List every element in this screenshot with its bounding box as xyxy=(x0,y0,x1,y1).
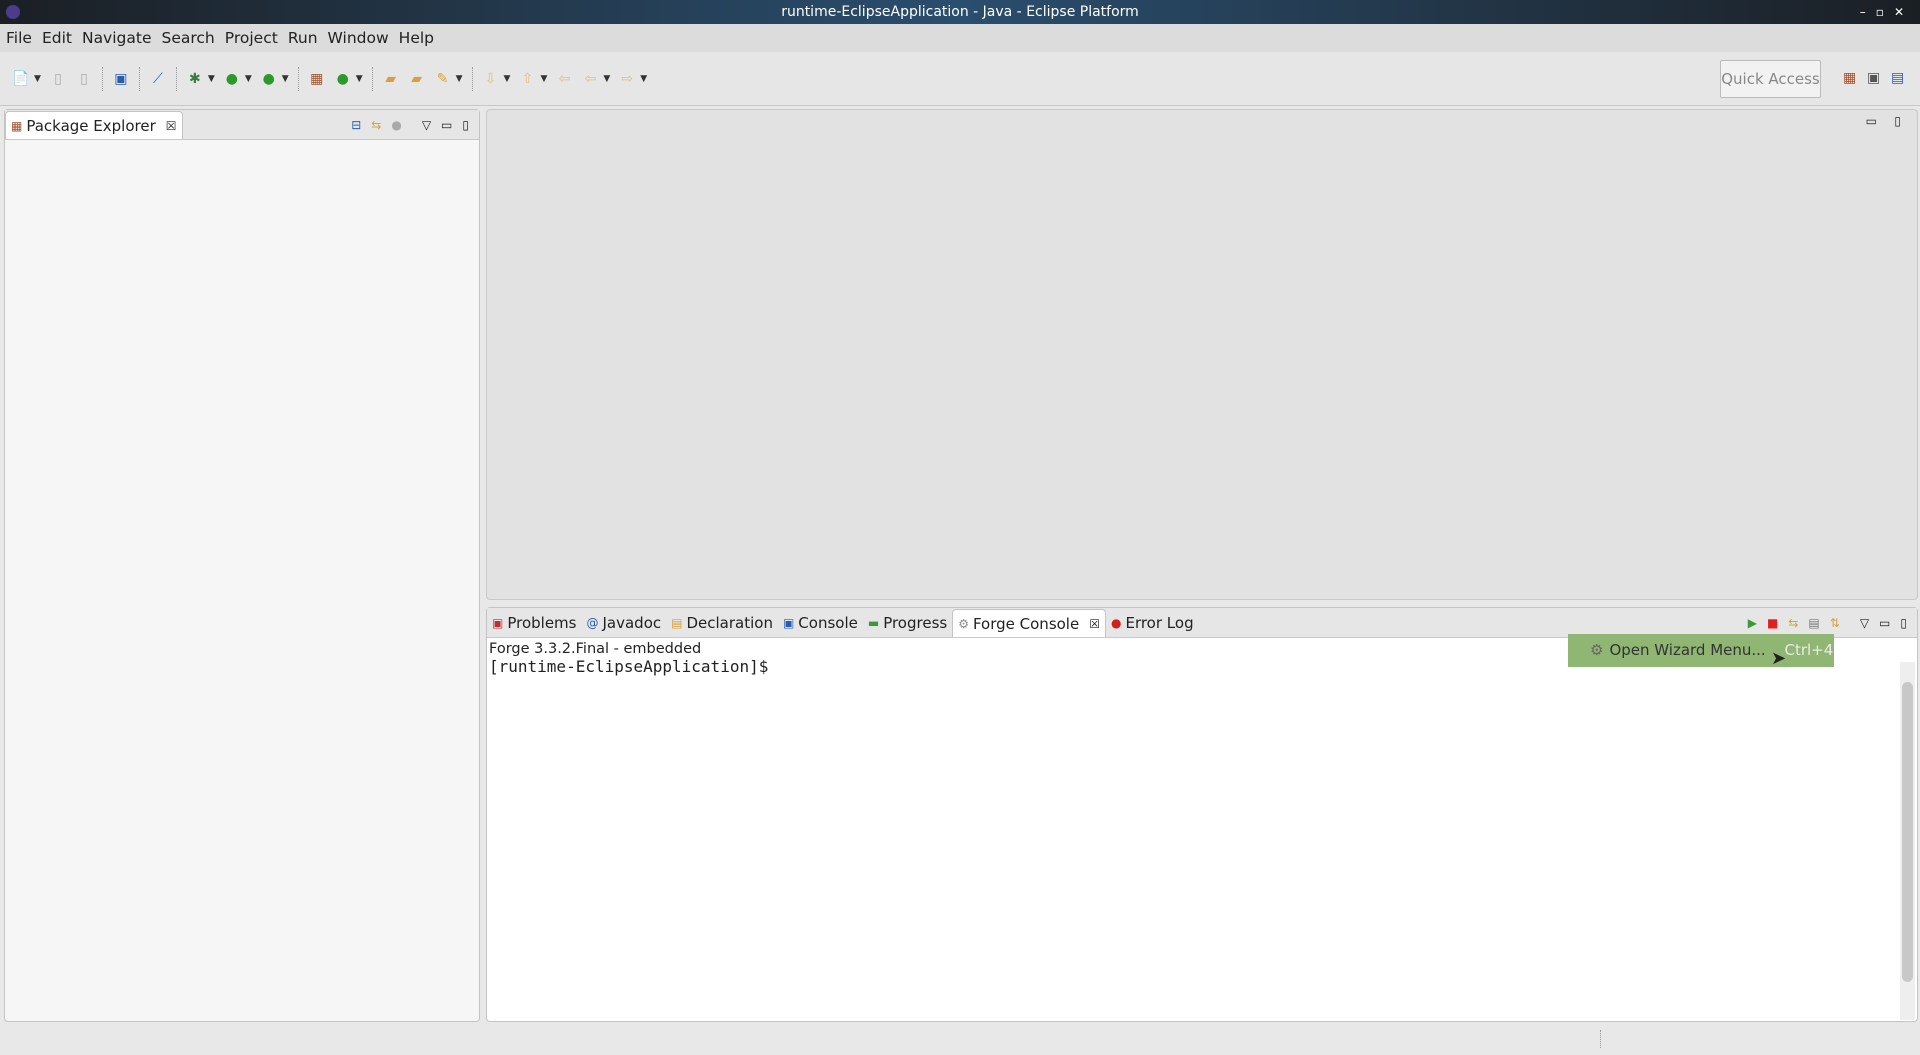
new-dropdown[interactable]: ▼ xyxy=(34,74,41,84)
open-task-icon[interactable]: ▰ xyxy=(407,69,427,89)
new-class-icon[interactable]: ● xyxy=(333,69,353,89)
terminal-icon[interactable]: ▣ xyxy=(111,69,131,89)
stop-icon[interactable]: ■ xyxy=(1767,616,1778,630)
tab-javadoc[interactable]: @ Javadoc xyxy=(581,609,666,637)
java-perspective-icon[interactable]: ▣ xyxy=(1867,70,1880,86)
tab-console[interactable]: ▣ Console xyxy=(778,609,863,637)
package-explorer-view: ▦ Package Explorer ☒ ⊟ ⇆ ● ▽ ▭ ▯ xyxy=(4,109,480,1022)
javadoc-icon: @ xyxy=(586,616,599,630)
back-icon[interactable]: ⇦ xyxy=(580,69,600,89)
tab-progress[interactable]: ▬ Progress xyxy=(863,609,952,637)
close-icon[interactable]: ☒ xyxy=(166,119,177,133)
vertical-scrollbar[interactable] xyxy=(1900,662,1915,1020)
link-with-editor-icon[interactable]: ⇆ xyxy=(371,118,381,132)
previous-annotation-icon[interactable]: ⇧ xyxy=(517,69,537,89)
open-perspective-icon[interactable]: ▦ xyxy=(1843,70,1856,86)
tab-error-log[interactable]: ● Error Log xyxy=(1106,609,1199,637)
debug-dropdown[interactable]: ▼ xyxy=(208,74,215,84)
menu-project[interactable]: Project xyxy=(225,29,278,47)
maximize-icon[interactable]: ▯ xyxy=(1900,616,1907,630)
minimize-window-button[interactable]: – xyxy=(1860,5,1876,19)
run-icon[interactable]: ● xyxy=(222,69,242,89)
minimize-icon[interactable]: ▭ xyxy=(1879,616,1890,630)
problems-icon: ▣ xyxy=(492,616,504,630)
quick-access-input[interactable]: Quick Access xyxy=(1720,60,1821,98)
debug-icon[interactable]: ✱ xyxy=(185,69,205,89)
view-menu-icon[interactable]: ▽ xyxy=(422,118,431,132)
maximize-window-button[interactable]: ▫ xyxy=(1876,5,1894,19)
skip-breakpoints-icon[interactable]: ⟋ xyxy=(148,69,168,89)
new-icon[interactable]: 📄 xyxy=(11,69,31,89)
forge-icon: ⚙ xyxy=(958,616,969,631)
status-bar xyxy=(0,1022,1920,1055)
editor-maximize-icon[interactable]: ▯ xyxy=(1894,114,1901,128)
view-menu-icon[interactable]: ▽ xyxy=(1860,616,1869,630)
open-type-icon[interactable]: ▰ xyxy=(381,69,401,89)
link-icon[interactable]: ⇆ xyxy=(1788,616,1798,630)
external-tools-dropdown[interactable]: ▼ xyxy=(282,74,289,84)
menu-search[interactable]: Search xyxy=(162,29,215,47)
title-bar: runtime-EclipseApplication - Java - Ecli… xyxy=(0,0,1920,24)
collapse-all-icon[interactable]: ⊟ xyxy=(351,118,361,132)
menu-edit[interactable]: Edit xyxy=(42,29,72,47)
close-window-button[interactable]: ✕ xyxy=(1894,5,1914,19)
close-icon[interactable]: ☒ xyxy=(1089,617,1100,631)
editor-area: ▭ ▯ xyxy=(486,109,1918,600)
clear-icon[interactable]: ▤ xyxy=(1808,616,1819,630)
menu-navigate[interactable]: Navigate xyxy=(82,29,152,47)
progress-icon: ▬ xyxy=(867,616,880,630)
menu-run[interactable]: Run xyxy=(288,29,318,47)
tab-problems[interactable]: ▣ Problems xyxy=(487,609,581,637)
wizard-icon: ⚙ xyxy=(1590,641,1604,659)
tab-forge-console[interactable]: ⚙ Forge Console ☒ xyxy=(952,609,1106,637)
editor-minimize-icon[interactable]: ▭ xyxy=(1866,114,1877,128)
minimize-icon[interactable]: ▭ xyxy=(441,118,452,132)
search-icon[interactable]: ✎ xyxy=(433,69,453,89)
error-log-icon: ● xyxy=(1110,616,1122,630)
back-dropdown[interactable]: ▼ xyxy=(603,74,610,84)
menu-help[interactable]: Help xyxy=(399,29,434,47)
menu-file[interactable]: File xyxy=(6,29,32,47)
focus-icon[interactable]: ● xyxy=(391,118,401,132)
window-title: runtime-EclipseApplication - Java - Ecli… xyxy=(781,4,1139,20)
main-toolbar: 📄 ▼ ▯ ▯ ▣ ⟋ ✱ ▼ ● ▼ ● ▼ ▦ ● ▼ ▰ ▰ ✎ ▼ ⇩ ▼ ⇧ ▼ ⇦ … xyxy=(0,52,1920,106)
mouse-cursor-icon: ➤ xyxy=(1771,648,1787,669)
debug-perspective-icon[interactable]: ▤ xyxy=(1891,70,1904,86)
sync-icon[interactable]: ⇅ xyxy=(1830,616,1840,630)
new-class-dropdown[interactable]: ▼ xyxy=(356,74,363,84)
save-icon[interactable]: ▯ xyxy=(48,69,68,89)
tab-package-explorer[interactable]: ▦ Package Explorer ☒ xyxy=(5,111,183,139)
menu-bar: File Edit Navigate Search Project Run Wi… xyxy=(0,24,1920,52)
forward-dropdown[interactable]: ▼ xyxy=(640,74,647,84)
scrollbar-thumb[interactable] xyxy=(1902,682,1913,982)
bottom-panel: ▣ Problems @ Javadoc ▤ Declaration ▣ Console… xyxy=(486,607,1918,1022)
console-icon: ▣ xyxy=(782,616,795,630)
save-all-icon[interactable]: ▯ xyxy=(74,69,94,89)
package-icon: ▦ xyxy=(11,118,23,133)
previous-annotation-dropdown[interactable]: ▼ xyxy=(540,74,547,84)
new-package-icon[interactable]: ▦ xyxy=(307,69,327,89)
eclipse-logo-icon xyxy=(6,5,20,19)
open-wizard-menu-hint[interactable]: ⚙ Open Wizard Menu... Ctrl+4 xyxy=(1568,634,1834,667)
declaration-icon: ▤ xyxy=(671,616,683,630)
forward-icon[interactable]: ⇨ xyxy=(617,69,637,89)
menu-window[interactable]: Window xyxy=(328,29,389,47)
search-dropdown[interactable]: ▼ xyxy=(456,74,463,84)
next-annotation-icon[interactable]: ⇩ xyxy=(481,69,501,89)
external-tools-icon[interactable]: ● xyxy=(259,69,279,89)
start-icon[interactable]: ▶ xyxy=(1748,616,1757,630)
last-edit-icon[interactable]: ⇦ xyxy=(554,69,574,89)
tab-declaration[interactable]: ▤ Declaration xyxy=(666,609,778,637)
maximize-icon[interactable]: ▯ xyxy=(462,118,469,132)
run-dropdown[interactable]: ▼ xyxy=(245,74,252,84)
next-annotation-dropdown[interactable]: ▼ xyxy=(504,74,511,84)
